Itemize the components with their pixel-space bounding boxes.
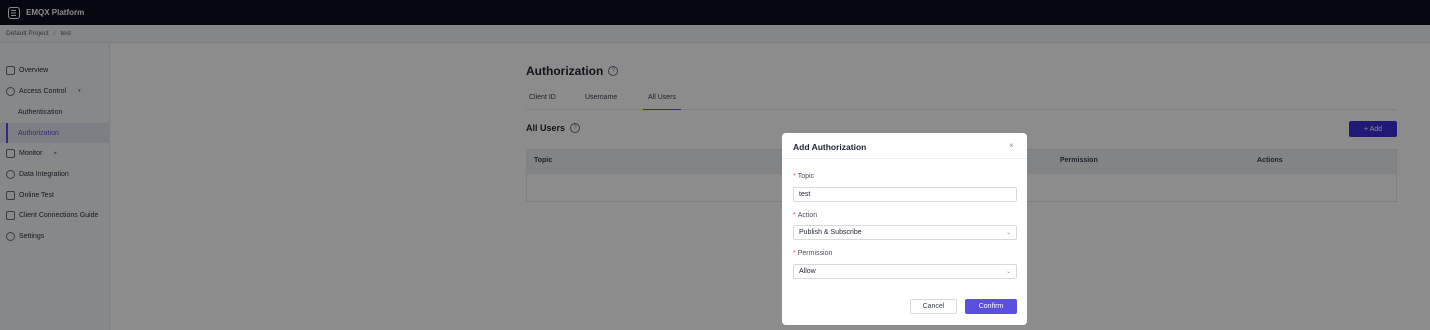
permission-select[interactable]: Allow ⌄: [793, 264, 1017, 279]
action-label-text: Action: [797, 212, 818, 219]
dialog-header: Add Authorization ×: [782, 133, 1027, 159]
action-select[interactable]: Publish & Subscribe ⌄: [793, 225, 1017, 240]
permission-label: * Permission: [793, 250, 832, 257]
topic-label: * Topic: [793, 173, 814, 180]
action-select-value: Publish & Subscribe: [799, 229, 862, 236]
chevron-down-icon: ⌄: [1005, 230, 1011, 236]
modal-backdrop[interactable]: [0, 0, 1430, 330]
topic-input-value: test: [799, 191, 811, 198]
cancel-button[interactable]: Cancel: [910, 299, 957, 314]
add-authorization-dialog: Add Authorization × * Topic test * Action …: [782, 133, 1027, 325]
topic-label-text: Topic: [797, 173, 815, 180]
dialog-title: Add Authorization: [793, 142, 867, 152]
required-marker: *: [793, 250, 796, 257]
chevron-down-icon: ⌄: [1005, 269, 1011, 275]
close-icon[interactable]: ×: [1009, 141, 1014, 150]
permission-label-text: Permission: [797, 250, 833, 257]
confirm-button[interactable]: Confirm: [965, 299, 1017, 314]
required-marker: *: [793, 173, 796, 180]
topic-input[interactable]: test: [793, 187, 1017, 202]
permission-select-value: Allow: [799, 268, 816, 275]
required-marker: *: [793, 212, 796, 219]
action-label: * Action: [793, 212, 817, 219]
